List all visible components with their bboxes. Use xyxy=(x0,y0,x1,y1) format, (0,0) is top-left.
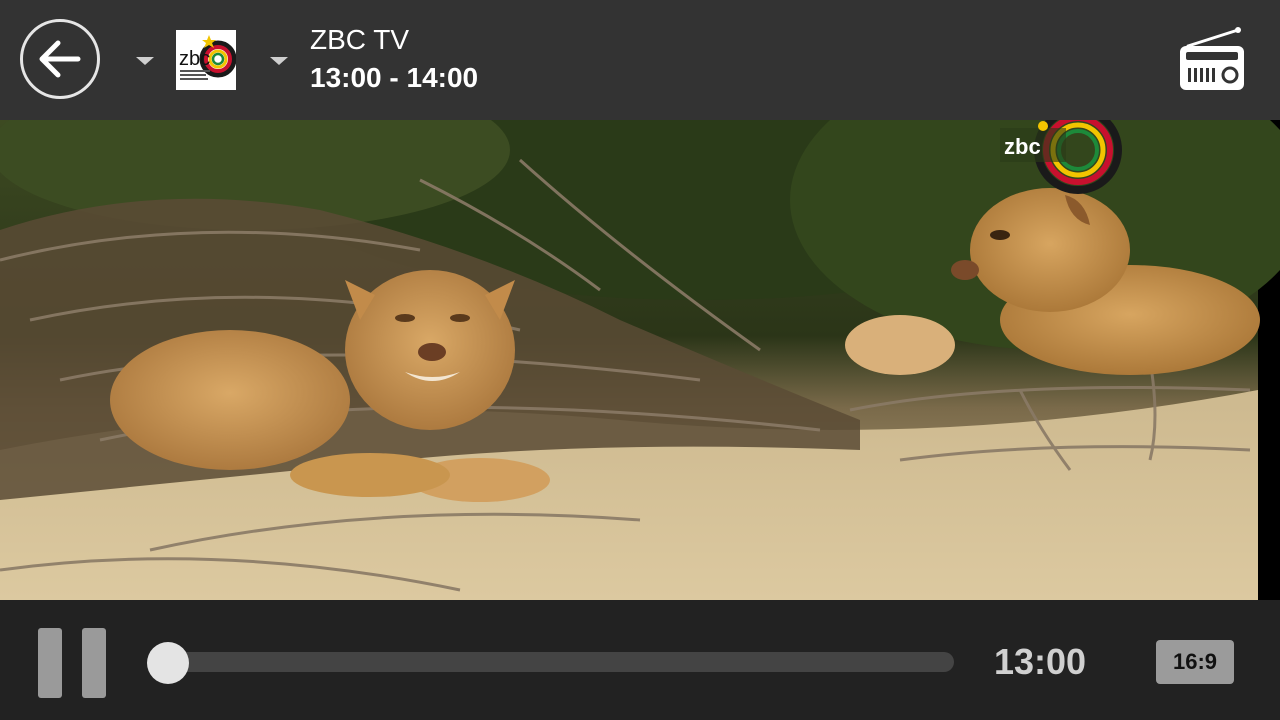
tv-player-screen: zbc ZBC TV 13:00 - 14:00 zbc 13:00 16:9 xyxy=(0,0,1280,720)
svg-text:zbc: zbc xyxy=(1004,134,1041,159)
radio-icon xyxy=(1180,27,1244,90)
svg-text:zbc: zbc xyxy=(179,48,210,70)
channel-dropdown-icon[interactable] xyxy=(136,57,154,65)
top-bar: zbc ZBC TV 13:00 - 14:00 xyxy=(0,0,1280,120)
channel-logo[interactable]: zbc xyxy=(176,30,237,90)
video-frame: zbc xyxy=(0,120,1280,600)
seek-bar[interactable] xyxy=(168,652,954,672)
seek-bar-thumb[interactable] xyxy=(147,642,189,684)
radio-button[interactable] xyxy=(1176,24,1248,94)
arrow-left-icon xyxy=(39,40,81,78)
channel-name: ZBC TV xyxy=(310,24,410,55)
video-player[interactable]: zbc xyxy=(0,120,1280,600)
aspect-ratio-button[interactable]: 16:9 xyxy=(1156,640,1234,684)
program-dropdown-icon[interactable] xyxy=(270,57,288,65)
program-time-slot: 13:00 - 14:00 xyxy=(310,62,479,93)
pause-button[interactable] xyxy=(36,626,108,700)
zbc-logo: zbc xyxy=(179,35,237,80)
back-button[interactable] xyxy=(20,19,100,99)
current-time: 13:00 xyxy=(994,641,1087,682)
